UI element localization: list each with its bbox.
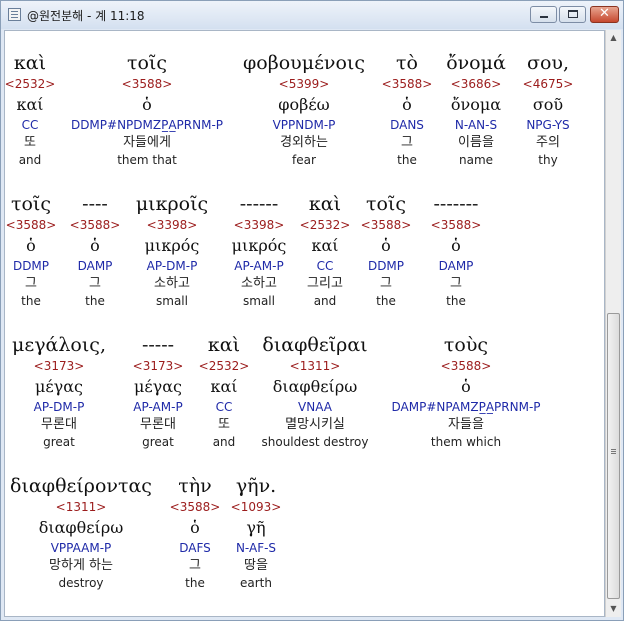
- word-parse: DAMP#NPAMZP̲A̲PRNM-P: [391, 400, 541, 414]
- word-strong: <3588>: [440, 359, 492, 373]
- word-english: earth: [240, 576, 272, 590]
- scrollbar-thumb[interactable]: [607, 313, 620, 599]
- minimize-button[interactable]: [530, 6, 557, 23]
- scroll-up-arrow-icon[interactable]: ▲: [606, 30, 621, 46]
- interlinear-content: καὶ <2532> καί CC 또 and τοῖς <3588> ὁ DDMP#NPDMZP…: [4, 30, 605, 617]
- scroll-down-arrow-icon[interactable]: ▼: [606, 601, 621, 617]
- word-lemma: ὁ: [451, 236, 461, 255]
- document-icon: [8, 8, 21, 21]
- word-english: them which: [430, 435, 502, 449]
- word-greek: σου,: [527, 52, 569, 74]
- word-parse: DAMP: [438, 259, 474, 273]
- word-column[interactable]: τοὺς <3588> ὁ DAMP#NPAMZP̲A̲PRNM-P 자들을 them w…: [356, 333, 576, 450]
- word-english: the: [446, 294, 466, 308]
- word-column[interactable]: γῆν. <1093> γῆ N-AF-S 땅을 earth: [146, 474, 366, 591]
- word-lemma: ὁ: [461, 377, 471, 396]
- word-greek: γῆν.: [235, 475, 277, 497]
- maximize-button[interactable]: [559, 6, 586, 23]
- maximize-icon: [568, 10, 578, 18]
- word-korean: 그: [450, 276, 462, 291]
- grip-icon: [611, 449, 616, 450]
- word-lemma: σοῦ: [532, 95, 564, 114]
- word-greek: -------: [433, 193, 479, 215]
- word-strong: <4675>: [522, 77, 574, 91]
- window-title: @원전분해 - 계 11:18: [27, 9, 145, 23]
- word-strong: <1093>: [230, 500, 282, 514]
- word-column[interactable]: σου, <4675> σοῦ NPG-YS 주의 thy: [438, 51, 604, 168]
- minimize-icon: [540, 16, 548, 18]
- word-strong: <3588>: [430, 218, 482, 232]
- close-icon: ✕: [599, 6, 610, 21]
- vertical-scrollbar[interactable]: ▲ ▼: [605, 30, 621, 617]
- word-korean: 자들을: [448, 417, 484, 432]
- title-bar[interactable]: @원전분해 - 계 11:18 ✕: [1, 1, 623, 29]
- word-greek: τοὺς: [443, 334, 489, 356]
- word-column[interactable]: ------- <3588> ὁ DAMP 그 the: [346, 192, 566, 309]
- close-button[interactable]: ✕: [590, 6, 619, 23]
- word-english: thy: [538, 153, 558, 167]
- word-parse: NPG-YS: [526, 118, 570, 132]
- word-korean: 주의: [536, 135, 560, 150]
- word-parse: N-AF-S: [235, 541, 277, 555]
- word-korean: 땅을: [244, 558, 268, 573]
- word-lemma: γῆ: [246, 518, 266, 537]
- verse-analysis-window: @원전분해 - 계 11:18 ✕ καὶ <2532> καί CC 또 and τοῖς…: [0, 0, 624, 621]
